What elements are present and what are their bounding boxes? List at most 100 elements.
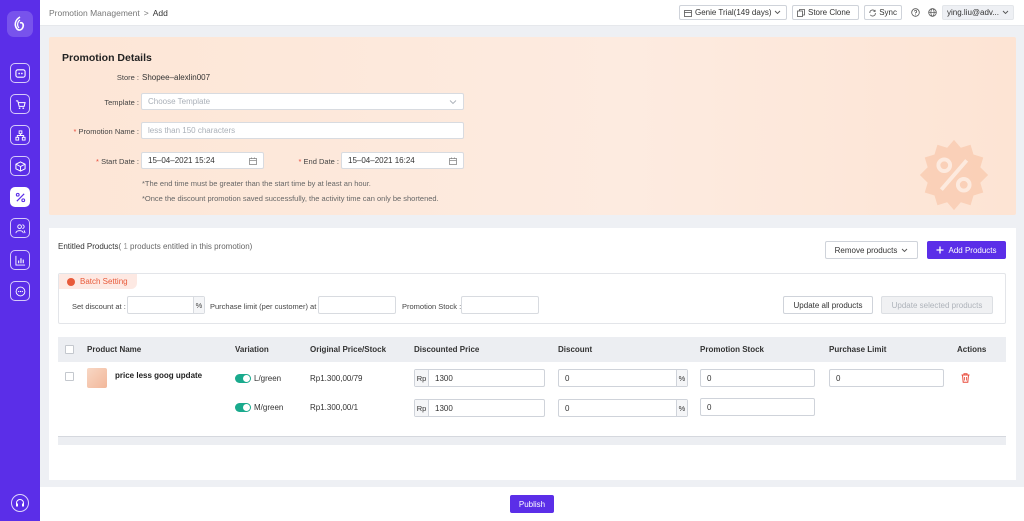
breadcrumb-parent[interactable]: Promotion Management <box>49 8 140 18</box>
purchase-limit-value: 0 <box>836 373 841 383</box>
products-table-header: Product Name Variation Original Price/St… <box>58 337 1006 362</box>
promotion-stock-input[interactable]: 0 <box>700 369 815 387</box>
cart-icon[interactable] <box>10 94 30 114</box>
row-checkbox[interactable] <box>65 372 74 381</box>
discount-input[interactable]: 0 % <box>558 399 688 417</box>
chevron-down-icon <box>449 100 457 105</box>
batch-setting-icon <box>67 277 75 286</box>
chat-icon[interactable] <box>10 281 30 301</box>
select-all-checkbox[interactable] <box>65 345 74 354</box>
template-placeholder: Choose Template <box>148 97 211 106</box>
template-select[interactable]: Choose Template <box>141 93 464 110</box>
plan-label: Genie Trial(149 days) <box>695 8 772 17</box>
store-label: Store : <box>116 73 139 82</box>
chart-icon[interactable] <box>10 250 30 270</box>
discounted-price-input[interactable]: Rp 1300 <box>414 369 545 387</box>
date-note-2: *Once the discount promotion saved succe… <box>142 194 439 203</box>
help-icon[interactable] <box>911 8 920 17</box>
sync-button[interactable]: Sync <box>864 5 902 20</box>
promotion-stock-input[interactable]: 0 <box>700 398 815 416</box>
start-date-picker[interactable]: 15–04–2021 15:24 <box>141 152 264 169</box>
publish-label: Publish <box>518 499 546 509</box>
column-header: Product Name <box>87 345 142 354</box>
date-note-1: *The end time must be greater than the s… <box>142 179 371 188</box>
breadcrumb-separator: > <box>143 8 149 18</box>
promotion-stock-input[interactable] <box>461 296 539 314</box>
end-date-label: * End Date : <box>298 157 339 166</box>
promotion-stock-label: Promotion Stock : <box>402 302 462 311</box>
store-clone-label: Store Clone <box>808 8 851 17</box>
user-menu[interactable]: ying.liu@adv... <box>942 5 1014 20</box>
update-all-products-label: Update all products <box>793 300 863 310</box>
currency-prefix: Rp <box>415 400 429 416</box>
sync-icon <box>869 9 876 16</box>
discounted-price-value: 1300 <box>435 373 453 383</box>
column-header: Purchase Limit <box>829 345 887 354</box>
chevron-down-icon <box>902 248 908 252</box>
users-icon[interactable] <box>10 218 30 238</box>
add-products-button[interactable]: Add Products <box>927 241 1006 259</box>
add-products-label: Add Products <box>948 245 997 255</box>
purchase-limit-label: Purchase limit (per customer) at : <box>210 302 321 311</box>
hierarchy-icon[interactable] <box>10 125 30 145</box>
purchase-limit-input[interactable] <box>318 296 396 314</box>
percent-icon[interactable] <box>10 187 30 207</box>
breadcrumb-current: Add <box>152 8 168 18</box>
update-selected-products-button[interactable]: Update selected products <box>881 296 993 314</box>
batch-setting-label: Batch Setting <box>80 277 128 286</box>
globe-icon[interactable] <box>928 8 937 17</box>
original-price-stock: Rp1.300,00/1 <box>310 403 359 412</box>
sidebar <box>0 0 40 521</box>
column-header: Actions <box>957 345 987 354</box>
discount-percent-suffix: % <box>193 297 204 313</box>
dashboard-icon[interactable] <box>10 63 30 83</box>
start-date-value: 15–04–2021 15:24 <box>148 156 215 165</box>
app-logo-icon[interactable] <box>7 11 33 37</box>
calendar-icon <box>249 157 257 165</box>
discount-percent-suffix: % <box>676 370 687 386</box>
column-header: Discounted Price <box>414 345 480 354</box>
store-value: Shopee–alexlin007 <box>142 73 211 82</box>
purchase-limit-input[interactable]: 0 <box>829 369 944 387</box>
discounted-price-input[interactable]: Rp 1300 <box>414 399 545 417</box>
batch-setting-tab[interactable]: Batch Setting <box>59 274 137 289</box>
column-header: Variation <box>235 345 269 354</box>
discount-value: 0 <box>565 373 570 383</box>
column-header: Discount <box>558 345 593 354</box>
end-date-picker[interactable]: 15–04–2021 16:24 <box>341 152 464 169</box>
variation-toggle[interactable] <box>235 403 251 412</box>
remove-products-label: Remove products <box>834 245 898 255</box>
sync-label: Sync <box>879 8 897 17</box>
original-price-stock: Rp1.300,00/79 <box>310 374 363 383</box>
plus-icon <box>936 246 944 254</box>
variation-toggle[interactable] <box>235 374 251 383</box>
variation-label: L/green <box>254 374 282 383</box>
promotion-name-input[interactable]: less than 150 characters <box>141 122 464 139</box>
column-header: Original Price/Stock <box>310 345 387 354</box>
batch-setting-panel: Batch Setting Set discount at : % Purcha… <box>58 273 1006 324</box>
discount-input[interactable]: 0 % <box>558 369 688 387</box>
chevron-down-icon <box>1002 10 1009 15</box>
promotion-stock-value: 0 <box>707 373 712 383</box>
plan-dropdown[interactable]: Genie Trial(149 days) <box>679 5 787 20</box>
product-name[interactable]: price less goog update <box>115 371 202 380</box>
promotion-stock-value: 0 <box>707 402 712 412</box>
chevron-down-icon <box>775 10 781 15</box>
end-date-value: 15–04–2021 16:24 <box>348 156 415 165</box>
discount-badge-icon <box>919 139 989 211</box>
headset-icon[interactable] <box>11 494 29 512</box>
set-discount-label: Set discount at : <box>72 302 126 311</box>
package-icon[interactable] <box>10 156 30 176</box>
clone-icon <box>797 8 805 17</box>
column-header: Promotion Stock <box>700 345 765 354</box>
set-discount-input[interactable]: % <box>127 296 205 314</box>
table-horizontal-scrollbar[interactable] <box>58 436 1006 445</box>
details-title: Promotion Details <box>62 52 152 64</box>
publish-button[interactable]: Publish <box>510 495 554 513</box>
breadcrumb: Promotion Management > Add <box>49 8 168 18</box>
update-all-products-button[interactable]: Update all products <box>783 296 873 314</box>
delete-icon[interactable] <box>961 373 970 383</box>
remove-products-button[interactable]: Remove products <box>825 241 918 259</box>
store-clone-button[interactable]: Store Clone <box>792 5 859 20</box>
footer-bar: Publish <box>40 487 1024 521</box>
